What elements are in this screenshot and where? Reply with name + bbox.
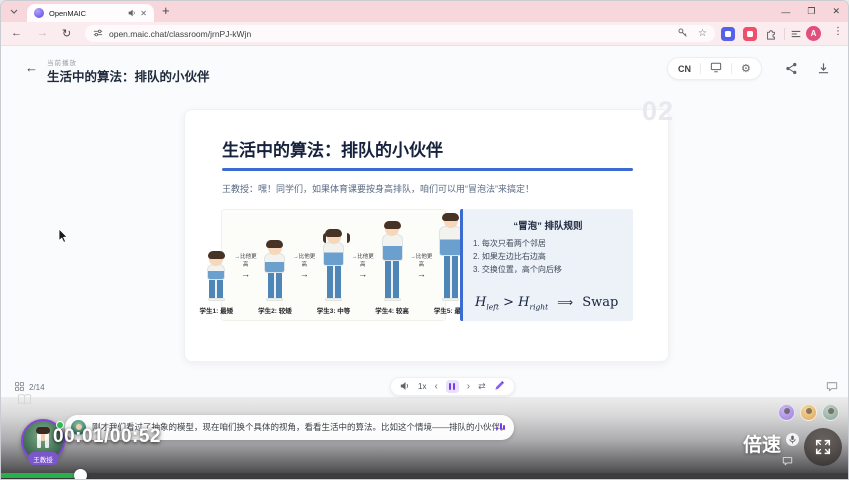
slide-counter: 2/14: [14, 382, 45, 393]
student-figure: 学生4: 较高: [375, 221, 409, 315]
slide-number-watermark: 02: [642, 96, 675, 126]
tab-title: OpenMAIC: [49, 8, 87, 18]
rule-item: 1. 每次只看两个邻居: [473, 239, 546, 248]
slides-grid-icon[interactable]: [14, 382, 24, 393]
viewer-avatar: [778, 404, 795, 421]
comments-bubble-icon[interactable]: [826, 379, 838, 397]
edit-pencil-icon[interactable]: [494, 378, 505, 396]
playback-controls: 1x ‹ › ⇄: [390, 377, 515, 396]
slide-card: 生活中的算法：排队的小伙伴 王教授：嘿！同学们，如果体育课要按身高排队，咱们可以…: [184, 109, 669, 362]
share-icon[interactable]: [785, 62, 798, 80]
compare-arrow: →比他更高 →: [410, 254, 433, 279]
window-controls: — ❐ ✕: [781, 1, 840, 22]
volume-icon[interactable]: [400, 378, 410, 396]
video-strip[interactable]: 王教授 刚才我们看过了抽象的模型，现在咱们换个具体的视角，看看生活中的算法。比如…: [1, 394, 848, 479]
browser-menu-icon[interactable]: ⋮: [833, 26, 843, 37]
speed-button[interactable]: 1x: [418, 382, 426, 391]
bookmark-star-icon[interactable]: ☆: [698, 28, 707, 39]
browser-tab[interactable]: OpenMAIC ✕: [27, 4, 154, 22]
side-panel-icon[interactable]: [789, 27, 803, 41]
next-slide-button[interactable]: ›: [467, 381, 470, 392]
microphone-icon[interactable]: [786, 433, 799, 446]
students-figure: 学生1: 最矮 →比他更高 → 学生2: 较矮 →比他更高 → 学生3: 中等 …: [200, 209, 467, 321]
app-back-button[interactable]: ←: [25, 60, 38, 75]
extension-blue-icon[interactable]: [721, 27, 735, 41]
settings-gear-icon[interactable]: ⚙: [741, 62, 751, 75]
student-label: 学生3: 中等: [316, 308, 351, 315]
implies-arrow: ⟹: [557, 296, 574, 310]
compare-arrow: →比他更高 →: [351, 254, 374, 279]
progress-handle[interactable]: [73, 469, 87, 479]
audio-wave-icon[interactable]: [496, 423, 505, 430]
toolbar-divider: [784, 28, 785, 40]
student-figure: 学生1: 最矮: [199, 251, 234, 315]
arrow-icon: →: [241, 269, 251, 279]
slide-intro-text: 王教授：嘿！同学们，如果体育课要按身高排队，咱们可以用“冒泡法”来搞定！: [222, 184, 534, 194]
title-underline: [222, 168, 633, 171]
fullscreen-button[interactable]: [804, 428, 842, 466]
arrow-icon: →: [358, 269, 368, 279]
student-label: 学生1: 最矮: [199, 308, 234, 315]
forward-icon[interactable]: →: [37, 27, 48, 39]
browser-window: OpenMAIC ✕ + — ❐ ✕ ← → ↻ open.maic.chat/…: [0, 0, 849, 480]
extension-pink-icon[interactable]: [743, 27, 757, 41]
slide-counter-text: 2/14: [29, 383, 45, 392]
student-figure: 学生3: 中等: [316, 229, 351, 315]
site-settings-icon[interactable]: [93, 25, 103, 43]
compare-arrow: →比他更高 →: [293, 254, 316, 279]
book-icon: [17, 393, 32, 411]
header-controls-pill: CN ⚙: [667, 57, 762, 80]
mouse-cursor: [58, 228, 69, 249]
maximize-button[interactable]: ❐: [807, 6, 815, 17]
progress-fill: [1, 469, 87, 479]
viewer-avatar: [800, 404, 817, 421]
back-icon[interactable]: ←: [11, 27, 22, 39]
bubble-rules-panel: “冒泡” 排队规则 1. 每次只看两个邻居 2. 如果左边比右边高 3. 交换位…: [460, 209, 633, 321]
extensions-puzzle-icon[interactable]: [764, 27, 778, 41]
tab-search-chevron-icon[interactable]: [7, 5, 20, 18]
url-text[interactable]: open.maic.chat/classroom/jrnPJ-kWjn: [109, 29, 677, 39]
pause-button[interactable]: [445, 380, 459, 393]
rule-item: 2. 如果左边比右边高: [473, 251, 546, 261]
rules-title: “冒泡” 排队规则: [513, 221, 583, 232]
new-tab-button[interactable]: +: [162, 3, 170, 18]
viewer-avatar: [822, 404, 839, 421]
student-figure: 学生2: 较矮: [258, 240, 292, 315]
slide-title: 生活中的算法：排队的小伙伴: [222, 141, 443, 160]
password-key-icon[interactable]: [677, 25, 688, 43]
address-bar: ← → ↻ open.maic.chat/classroom/jrnPJ-kWj…: [1, 22, 848, 46]
window-close-button[interactable]: ✕: [832, 6, 840, 17]
profile-avatar[interactable]: A: [806, 26, 821, 41]
swap-formula: Hleft > Hright ⟹ Swap: [475, 295, 619, 312]
progress-track[interactable]: [1, 469, 848, 479]
reload-icon[interactable]: ↻: [62, 27, 71, 40]
compare-arrow: →比他更高 →: [234, 254, 257, 279]
arrow-icon: →: [299, 269, 309, 279]
loop-icon[interactable]: ⇄: [478, 381, 486, 392]
tab-audio-icon[interactable]: [128, 4, 136, 22]
monitor-icon[interactable]: [710, 60, 722, 78]
minimize-button[interactable]: —: [781, 7, 790, 17]
url-box[interactable]: open.maic.chat/classroom/jrnPJ-kWjn ☆: [85, 25, 715, 42]
student-label: 学生4: 较高: [375, 308, 409, 315]
openmaic-logo-icon: [34, 8, 44, 18]
prev-slide-button[interactable]: ‹: [434, 381, 437, 392]
arrow-icon: →: [416, 269, 426, 279]
video-timestamp: 00:01/00:52: [53, 426, 161, 447]
tab-close-icon[interactable]: ✕: [140, 9, 147, 18]
page-title: 生活中的算法：排队的小伙伴: [47, 70, 210, 84]
student-label: 学生2: 较矮: [258, 308, 292, 315]
teacher-name-badge: 王教授: [28, 452, 58, 465]
chat-bubble-icon[interactable]: [782, 453, 793, 471]
browser-tab-strip: OpenMAIC ✕ + — ❐ ✕: [1, 1, 848, 22]
rule-item: 3. 交换位置，高个向后移: [473, 264, 562, 274]
language-button[interactable]: CN: [678, 64, 691, 74]
playback-speed-label[interactable]: 倍速: [743, 430, 781, 457]
download-icon[interactable]: [817, 62, 830, 80]
